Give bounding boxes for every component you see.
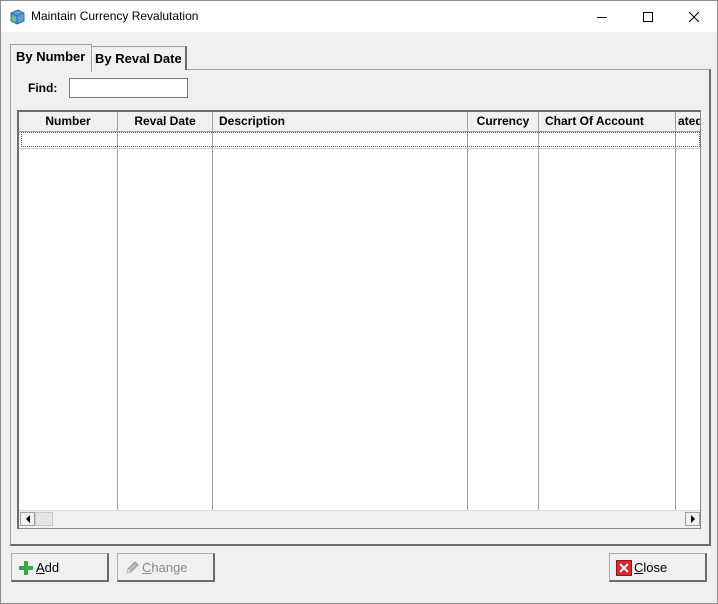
horizontal-scrollbar[interactable] [19, 510, 700, 528]
window-title: Maintain Currency Revalutation [31, 9, 199, 23]
row-divider [19, 148, 700, 149]
tab-label: By Reval Date [95, 51, 182, 66]
column-header-description[interactable]: Description [213, 112, 468, 131]
column-divider [467, 132, 468, 511]
tab-label: By Number [16, 49, 86, 64]
minimize-icon [597, 16, 607, 18]
maximize-icon [643, 11, 653, 22]
minimize-button[interactable] [579, 1, 625, 32]
plus-icon [18, 560, 34, 576]
scroll-right-button[interactable] [685, 512, 700, 526]
title-bar[interactable]: Maintain Currency Revalutation [1, 1, 717, 32]
column-divider [212, 132, 213, 511]
close-button[interactable]: Close [609, 553, 707, 582]
scroll-left-button[interactable] [20, 512, 35, 526]
column-divider [117, 132, 118, 511]
revaluation-grid[interactable]: Number Reval Date Description Currency C… [17, 110, 701, 529]
selected-empty-row[interactable] [21, 132, 700, 147]
pencil-icon [124, 560, 140, 576]
column-divider [538, 132, 539, 511]
find-label: Find: [28, 81, 58, 95]
app-icon [9, 8, 26, 25]
scroll-thumb[interactable] [35, 512, 53, 526]
tab-by-reval-date[interactable]: By Reval Date [91, 46, 187, 70]
find-input[interactable] [69, 78, 188, 98]
window-close-button[interactable] [671, 1, 717, 32]
column-header-reval-date[interactable]: Reval Date [118, 112, 213, 131]
grid-header: Number Reval Date Description Currency C… [19, 112, 700, 132]
column-header-currency[interactable]: Currency [468, 112, 539, 131]
add-button[interactable]: Add [11, 553, 109, 582]
column-header-truncated[interactable]: ated [676, 112, 700, 131]
close-icon [689, 11, 699, 22]
main-window: Maintain Currency Revalutation By Number… [0, 0, 718, 604]
add-button-label: Add [36, 560, 60, 575]
arrow-left-icon [25, 515, 30, 523]
close-button-label: Close [634, 560, 668, 575]
arrow-right-icon [690, 515, 695, 523]
change-button[interactable]: Change [117, 553, 215, 582]
maximize-button[interactable] [625, 1, 671, 32]
tab-by-number[interactable]: By Number [10, 44, 92, 72]
column-header-chart-of-account[interactable]: Chart Of Account [539, 112, 676, 131]
column-header-number[interactable]: Number [19, 112, 118, 131]
column-divider [675, 132, 676, 511]
close-x-icon [616, 560, 632, 576]
change-button-label: Change [142, 560, 188, 575]
